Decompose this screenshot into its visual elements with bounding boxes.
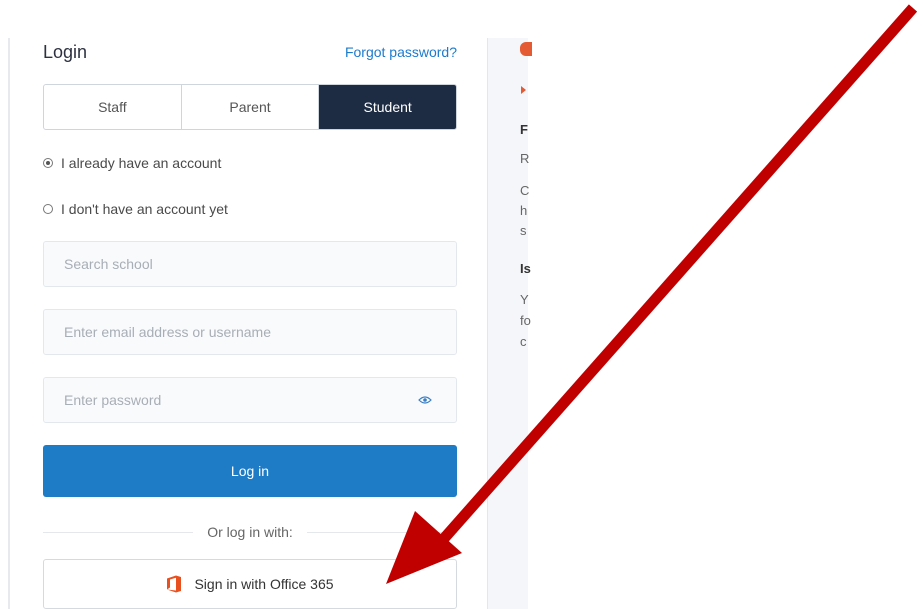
login-page: Login Forgot password? Staff Parent Stud… (0, 0, 923, 609)
divider-text: Or log in with: (207, 524, 293, 540)
radio-button-checked[interactable] (43, 158, 53, 168)
info-text: Y (520, 292, 529, 307)
search-school-field[interactable] (43, 241, 457, 287)
office-365-label: Sign in with Office 365 (194, 576, 334, 592)
tab-staff[interactable]: Staff (44, 85, 182, 129)
eye-icon[interactable] (418, 395, 432, 405)
or-divider: Or log in with: (43, 522, 457, 542)
email-field[interactable] (43, 309, 457, 355)
radio-label: I already have an account (61, 155, 222, 171)
tab-parent[interactable]: Parent (182, 85, 320, 129)
log-in-button[interactable]: Log in (43, 445, 457, 497)
info-text: c (520, 334, 527, 349)
divider-line (43, 531, 194, 533)
radio-label: I don't have an account yet (61, 201, 228, 217)
forgot-password-link[interactable]: Forgot password? (345, 44, 457, 60)
login-title: Login (43, 42, 88, 62)
role-tabs: Staff Parent Student (43, 84, 457, 130)
radio-have-account[interactable]: I already have an account (43, 155, 221, 171)
expand-arrow-icon[interactable] (521, 86, 526, 94)
info-text: s (520, 223, 527, 238)
password-input[interactable] (62, 391, 406, 409)
info-text: R (520, 151, 530, 166)
office-365-icon (167, 575, 182, 593)
radio-button[interactable] (43, 204, 53, 214)
info-text: h (520, 203, 528, 218)
password-field[interactable] (43, 377, 457, 423)
info-text: fo (520, 313, 531, 328)
info-heading: Is (520, 261, 531, 276)
email-input[interactable] (62, 323, 406, 341)
login-panel: Login Forgot password? Staff Parent Stud… (43, 0, 457, 609)
panel-border (8, 38, 10, 609)
search-school-input[interactable] (62, 255, 406, 273)
office-365-button[interactable]: Sign in with Office 365 (43, 559, 457, 609)
info-heading: F (520, 122, 528, 137)
divider-line (306, 531, 457, 533)
help-icon[interactable] (520, 42, 532, 56)
radio-no-account[interactable]: I don't have an account yet (43, 201, 228, 217)
tab-student[interactable]: Student (319, 85, 456, 129)
info-text: C (520, 183, 530, 198)
